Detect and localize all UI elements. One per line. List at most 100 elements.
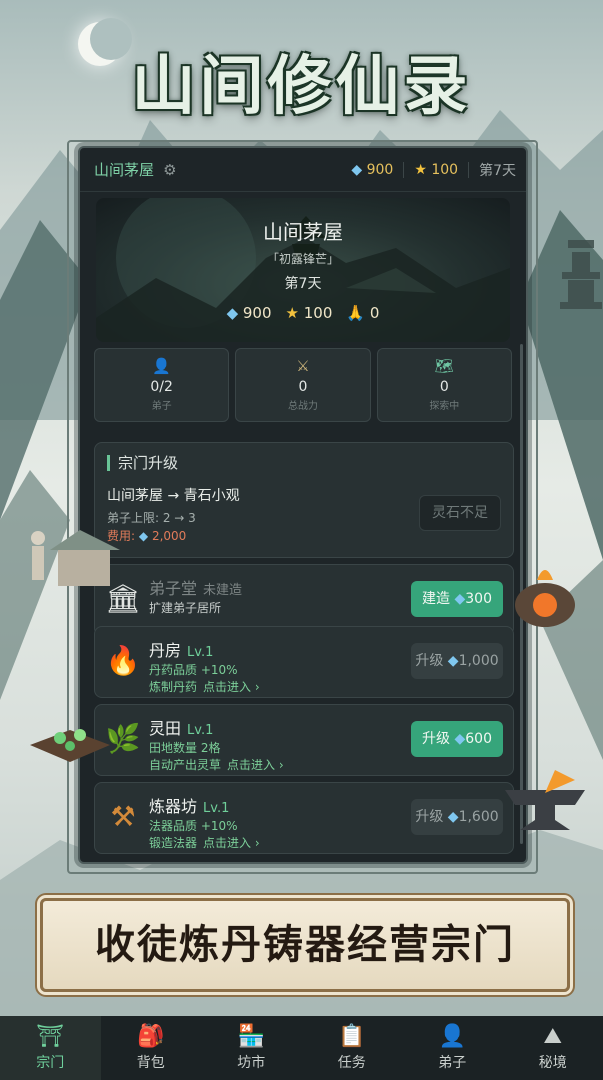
stat-value: 0 [298,379,308,395]
hammer-icon: ⚒ [110,800,136,833]
top-bar: 山间茅屋 ⚙ ◆ 900 ★ 100 第7天 [80,148,526,192]
button-label: 升级 [415,653,444,669]
building-desc: 扩建弟子居所 [149,601,222,615]
building-desc: 法器品质 +10% [149,819,238,833]
nav-item-backpack[interactable]: 🎒 背包 [101,1016,202,1080]
nav-label: 背包 [136,1055,165,1071]
divider [403,161,405,178]
prayer-icon: 🙏 [346,304,366,322]
cost-value: 2,000 [151,529,187,543]
gem-count: 900 [366,161,394,178]
button-label: 升级 [415,809,444,825]
building-name: 炼器坊 Lv.1 [149,793,229,817]
map-icon: 🗺 [434,357,454,375]
stats-row: 👤 0/2 弟子 ⚔ 0 总战力 🗺 0 探索中 [94,348,512,422]
building-spirit-field[interactable]: 🌿 灵田 Lv.1 田地数量 2格 自动产出灵草 点击进入 › 升级 ◆600 [94,704,514,776]
building-title: 丹房 [149,641,182,660]
button-cost: 300 [465,591,492,607]
gem-icon: ◆ [138,529,149,543]
building-level: Lv.1 [203,801,230,816]
hero-resources: ◆ 900 ★ 100 🙏 0 [96,304,510,322]
disciple-icon: 👤 [438,1024,466,1049]
star-resource: ★ 100 [414,162,458,178]
backpack-icon: 🎒 [137,1024,165,1049]
upgrade-button[interactable]: 升级 ◆1,000 [411,643,503,679]
alchemy-furnace-illustration [515,570,575,627]
building-name: 灵田 Lv.1 [149,715,213,739]
button-cost: 600 [465,731,492,747]
hero-title: 山间茅屋 [263,220,343,244]
nav-item-secret-realm[interactable]: ⛰ 秘境 [503,1016,603,1080]
market-icon: 🏪 [237,1024,265,1049]
main-panel: 山间茅屋 ⚙ ◆ 900 ★ 100 第7天 山间茅屋 「初露锋芒」 第7天 ◆… [78,146,528,864]
nav-label: 秘境 [538,1055,567,1071]
sect-hero-card: 山间茅屋 「初露锋芒」 第7天 ◆ 900 ★ 100 🙏 0 [96,198,510,342]
bottom-nav: ⛩ 宗门 🎒 背包 🏪 坊市 📋 任务 👤 弟子 ⛰ 秘境 [0,1016,603,1080]
hero-gem-count: 900 [242,304,272,322]
sect-icon: ⛩ [36,1024,65,1049]
enter-link[interactable]: 点击进入 › [203,680,260,694]
task-icon: 📋 [338,1024,366,1049]
nav-item-tasks[interactable]: 📋 任务 [302,1016,403,1080]
upgrade-button[interactable]: 升级 ◆600 [411,721,503,757]
building-desc-2: 自动产出灵草 点击进入 › [149,756,284,773]
building-alchemy-room[interactable]: 🔥 丹房 Lv.1 丹药品质 +10% 炼制丹药 点击进入 › 升级 ◆1,000 [94,626,514,698]
disciple-icon: 👤 [152,357,171,375]
nav-label: 坊市 [237,1055,266,1071]
star-icon: ★ [285,304,299,322]
stat-power[interactable]: ⚔ 0 总战力 [235,348,371,422]
game-title: 山间修仙录 [131,49,472,124]
banner-text: 收徒炼丹铸器经营宗门 [95,921,515,968]
title-wrap: 山间修仙录 [0,35,603,127]
building-function: 炼制丹药 [149,680,198,694]
upgrade-path: 山间茅屋 → 青石小观 [107,488,240,504]
promo-banner: 收徒炼丹铸器经营宗门 [40,898,570,992]
stat-disciples[interactable]: 👤 0/2 弟子 [94,348,230,422]
hero-star: ★ 100 [286,304,333,322]
nav-item-market[interactable]: 🏪 坊市 [201,1016,302,1080]
stat-label: 总战力 [287,401,318,412]
hero-gem: ◆ 900 [227,304,272,322]
hero-subtitle: 「初露锋芒」 [266,252,339,266]
sect-name: 山间茅屋 [94,161,155,179]
button-cost: 1,600 [458,809,499,825]
building-title: 灵田 [149,719,182,738]
mountain-icon: ⛰ [543,1024,562,1049]
swords-icon: ⚔ [296,357,310,375]
building-level: Lv.1 [187,723,214,738]
gem-resource: ◆ 900 [351,162,393,178]
building-function: 锻造法器 [149,836,198,850]
nav-item-sect[interactable]: ⛩ 宗门 [0,1016,101,1080]
stat-exploring[interactable]: 🗺 0 探索中 [376,348,512,422]
building-desc: 丹药品质 +10% [149,663,238,677]
building-desc-2: 锻造法器 点击进入 › [149,834,260,851]
spirit-herb-field-illustration [30,729,110,762]
building-level: 未建造 [203,583,243,598]
nav-label: 宗门 [36,1055,65,1071]
divider [468,161,470,178]
gem-icon: ◆ [447,809,459,825]
upgrade-detail: 弟子上限: 2 → 3 [107,511,196,525]
hero-prayer: 🙏 0 [346,304,379,322]
sect-name-settings[interactable]: 山间茅屋 ⚙ [94,159,177,180]
building-forge[interactable]: ⚒ 炼器坊 Lv.1 法器品质 +10% 锻造法器 点击进入 › 升级 ◆1,600 [94,782,514,854]
star-icon: ★ [414,161,427,178]
gem-icon: ◆ [226,304,239,322]
gem-icon: ◆ [447,653,459,669]
fire-icon: 🔥 [105,644,141,677]
stat-value: 0 [439,379,449,395]
build-button[interactable]: 建造 ◆300 [411,581,503,617]
nav-item-disciples[interactable]: 👤 弟子 [402,1016,503,1080]
upgrade-header: 宗门升级 [107,455,178,471]
building-desc-2: 炼制丹药 点击进入 › [149,678,260,695]
enter-link[interactable]: 点击进入 › [203,836,260,850]
stat-label: 弟子 [151,401,172,412]
button-label: 升级 [422,731,451,747]
enter-link[interactable]: 点击进入 › [227,758,284,772]
upgrade-button[interactable]: 升级 ◆1,600 [411,799,503,835]
upgrade-disabled-button[interactable]: 灵石不足 [419,495,501,531]
gem-icon: ◆ [454,731,466,747]
gear-icon[interactable]: ⚙ [163,161,176,179]
button-label: 建造 [422,591,451,607]
disciple-pavilion-illustration [31,530,120,586]
